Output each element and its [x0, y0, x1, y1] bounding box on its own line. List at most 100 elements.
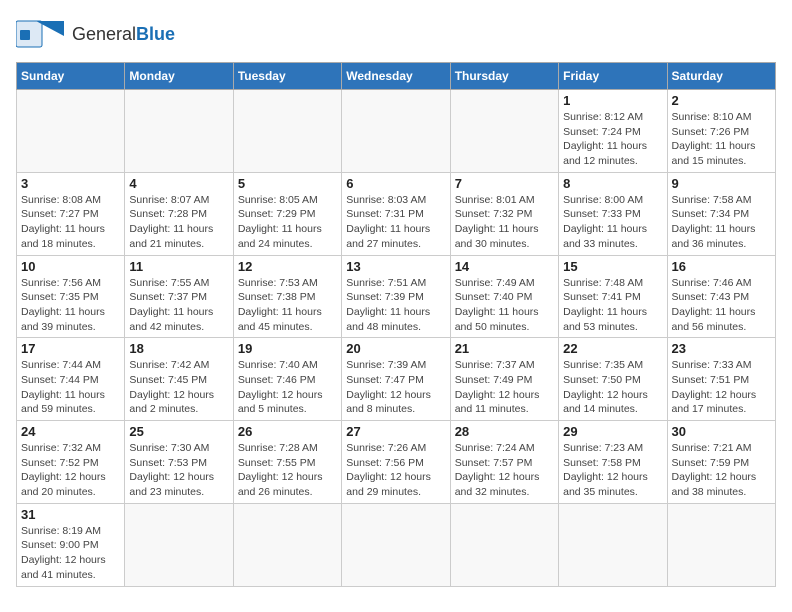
calendar-cell — [233, 90, 341, 173]
calendar-cell — [450, 90, 558, 173]
day-detail: Sunrise: 8:00 AM Sunset: 7:33 PM Dayligh… — [563, 193, 662, 252]
calendar-cell — [125, 90, 233, 173]
calendar-cell: 11 Sunrise: 7:55 AM Sunset: 7:37 PM Dayli… — [125, 255, 233, 338]
day-number: 26 — [238, 424, 337, 439]
day-number: 16 — [672, 259, 771, 274]
calendar-cell: 3 Sunrise: 8:08 AM Sunset: 7:27 PM Daylig… — [17, 172, 125, 255]
calendar-cell: 14 Sunrise: 7:49 AM Sunset: 7:40 PM Dayli… — [450, 255, 558, 338]
calendar-week-row: 1 Sunrise: 8:12 AM Sunset: 7:24 PM Daylig… — [17, 90, 776, 173]
day-detail: Sunrise: 7:44 AM Sunset: 7:44 PM Dayligh… — [21, 358, 120, 417]
calendar-cell: 17 Sunrise: 7:44 AM Sunset: 7:44 PM Dayli… — [17, 338, 125, 421]
day-detail: Sunrise: 7:23 AM Sunset: 7:58 PM Dayligh… — [563, 441, 662, 500]
calendar-cell: 16 Sunrise: 7:46 AM Sunset: 7:43 PM Dayli… — [667, 255, 775, 338]
calendar-cell — [342, 503, 450, 586]
day-detail: Sunrise: 7:33 AM Sunset: 7:51 PM Dayligh… — [672, 358, 771, 417]
day-detail: Sunrise: 7:40 AM Sunset: 7:46 PM Dayligh… — [238, 358, 337, 417]
calendar-cell — [450, 503, 558, 586]
calendar-cell: 2 Sunrise: 8:10 AM Sunset: 7:26 PM Daylig… — [667, 90, 775, 173]
calendar-cell: 20 Sunrise: 7:39 AM Sunset: 7:47 PM Dayli… — [342, 338, 450, 421]
calendar-cell: 29Sunrise: 7:23 AM Sunset: 7:58 PM Dayli… — [559, 421, 667, 504]
day-number: 18 — [129, 341, 228, 356]
day-number: 2 — [672, 93, 771, 108]
calendar-cell: 10 Sunrise: 7:56 AM Sunset: 7:35 PM Dayli… — [17, 255, 125, 338]
generalblue-logo-icon — [16, 16, 64, 52]
weekday-header-wednesday: Wednesday — [342, 63, 450, 90]
calendar-cell: 6 Sunrise: 8:03 AM Sunset: 7:31 PM Daylig… — [342, 172, 450, 255]
day-number: 7 — [455, 176, 554, 191]
day-detail: Sunrise: 7:49 AM Sunset: 7:40 PM Dayligh… — [455, 276, 554, 335]
calendar-cell — [559, 503, 667, 586]
day-detail: Sunrise: 7:48 AM Sunset: 7:41 PM Dayligh… — [563, 276, 662, 335]
day-detail: Sunrise: 8:08 AM Sunset: 7:27 PM Dayligh… — [21, 193, 120, 252]
calendar-cell: 30 Sunrise: 7:21 AM Sunset: 7:59 PM Dayli… — [667, 421, 775, 504]
calendar-cell — [342, 90, 450, 173]
header: GeneralBlue — [16, 16, 776, 52]
weekday-header-row: SundayMondayTuesdayWednesdayThursdayFrid… — [17, 63, 776, 90]
day-number: 17 — [21, 341, 120, 356]
day-number: 6 — [346, 176, 445, 191]
day-number: 10 — [21, 259, 120, 274]
day-detail: Sunrise: 8:10 AM Sunset: 7:26 PM Dayligh… — [672, 110, 771, 169]
calendar-cell: 22Sunrise: 7:35 AM Sunset: 7:50 PM Dayli… — [559, 338, 667, 421]
logo-text: GeneralBlue — [72, 24, 175, 45]
calendar-cell: 26 Sunrise: 7:28 AM Sunset: 7:55 PM Dayli… — [233, 421, 341, 504]
day-number: 3 — [21, 176, 120, 191]
calendar-cell: 27Sunrise: 7:26 AM Sunset: 7:56 PM Dayli… — [342, 421, 450, 504]
weekday-header-friday: Friday — [559, 63, 667, 90]
day-detail: Sunrise: 7:39 AM Sunset: 7:47 PM Dayligh… — [346, 358, 445, 417]
calendar-cell: 13 Sunrise: 7:51 AM Sunset: 7:39 PM Dayli… — [342, 255, 450, 338]
calendar-cell: 21Sunrise: 7:37 AM Sunset: 7:49 PM Dayli… — [450, 338, 558, 421]
day-number: 31 — [21, 507, 120, 522]
calendar-cell — [125, 503, 233, 586]
calendar-week-row: 24 Sunrise: 7:32 AM Sunset: 7:52 PM Dayli… — [17, 421, 776, 504]
day-detail: Sunrise: 7:55 AM Sunset: 7:37 PM Dayligh… — [129, 276, 228, 335]
day-detail: Sunrise: 7:51 AM Sunset: 7:39 PM Dayligh… — [346, 276, 445, 335]
calendar-week-row: 3 Sunrise: 8:08 AM Sunset: 7:27 PM Daylig… — [17, 172, 776, 255]
day-detail: Sunrise: 8:01 AM Sunset: 7:32 PM Dayligh… — [455, 193, 554, 252]
day-number: 24 — [21, 424, 120, 439]
calendar-cell — [233, 503, 341, 586]
day-number: 1 — [563, 93, 662, 108]
day-number: 4 — [129, 176, 228, 191]
day-detail: Sunrise: 7:28 AM Sunset: 7:55 PM Dayligh… — [238, 441, 337, 500]
day-detail: Sunrise: 7:56 AM Sunset: 7:35 PM Dayligh… — [21, 276, 120, 335]
calendar-cell: 24 Sunrise: 7:32 AM Sunset: 7:52 PM Dayli… — [17, 421, 125, 504]
day-number: 22 — [563, 341, 662, 356]
day-number: 5 — [238, 176, 337, 191]
day-number: 30 — [672, 424, 771, 439]
weekday-header-monday: Monday — [125, 63, 233, 90]
calendar-cell: 8 Sunrise: 8:00 AM Sunset: 7:33 PM Daylig… — [559, 172, 667, 255]
calendar-week-row: 10 Sunrise: 7:56 AM Sunset: 7:35 PM Dayli… — [17, 255, 776, 338]
day-detail: Sunrise: 7:37 AM Sunset: 7:49 PM Dayligh… — [455, 358, 554, 417]
day-detail: Sunrise: 8:12 AM Sunset: 7:24 PM Dayligh… — [563, 110, 662, 169]
calendar-cell: 18Sunrise: 7:42 AM Sunset: 7:45 PM Dayli… — [125, 338, 233, 421]
day-detail: Sunrise: 7:21 AM Sunset: 7:59 PM Dayligh… — [672, 441, 771, 500]
calendar-cell — [667, 503, 775, 586]
day-number: 13 — [346, 259, 445, 274]
day-detail: Sunrise: 8:03 AM Sunset: 7:31 PM Dayligh… — [346, 193, 445, 252]
calendar-cell: 31Sunrise: 8:19 AM Sunset: 9:00 PM Dayli… — [17, 503, 125, 586]
day-detail: Sunrise: 7:58 AM Sunset: 7:34 PM Dayligh… — [672, 193, 771, 252]
calendar-cell: 7 Sunrise: 8:01 AM Sunset: 7:32 PM Daylig… — [450, 172, 558, 255]
day-detail: Sunrise: 7:46 AM Sunset: 7:43 PM Dayligh… — [672, 276, 771, 335]
logo: GeneralBlue — [16, 16, 175, 52]
day-number: 9 — [672, 176, 771, 191]
calendar-cell — [17, 90, 125, 173]
day-detail: Sunrise: 8:07 AM Sunset: 7:28 PM Dayligh… — [129, 193, 228, 252]
day-number: 23 — [672, 341, 771, 356]
day-number: 14 — [455, 259, 554, 274]
day-detail: Sunrise: 7:32 AM Sunset: 7:52 PM Dayligh… — [21, 441, 120, 500]
day-number: 15 — [563, 259, 662, 274]
day-number: 8 — [563, 176, 662, 191]
weekday-header-saturday: Saturday — [667, 63, 775, 90]
calendar-cell: 1 Sunrise: 8:12 AM Sunset: 7:24 PM Daylig… — [559, 90, 667, 173]
weekday-header-sunday: Sunday — [17, 63, 125, 90]
calendar-week-row: 31Sunrise: 8:19 AM Sunset: 9:00 PM Dayli… — [17, 503, 776, 586]
calendar-cell: 12Sunrise: 7:53 AM Sunset: 7:38 PM Dayli… — [233, 255, 341, 338]
day-detail: Sunrise: 7:30 AM Sunset: 7:53 PM Dayligh… — [129, 441, 228, 500]
calendar-cell: 28Sunrise: 7:24 AM Sunset: 7:57 PM Dayli… — [450, 421, 558, 504]
day-number: 25 — [129, 424, 228, 439]
day-number: 11 — [129, 259, 228, 274]
day-number: 20 — [346, 341, 445, 356]
calendar-cell: 23 Sunrise: 7:33 AM Sunset: 7:51 PM Dayli… — [667, 338, 775, 421]
